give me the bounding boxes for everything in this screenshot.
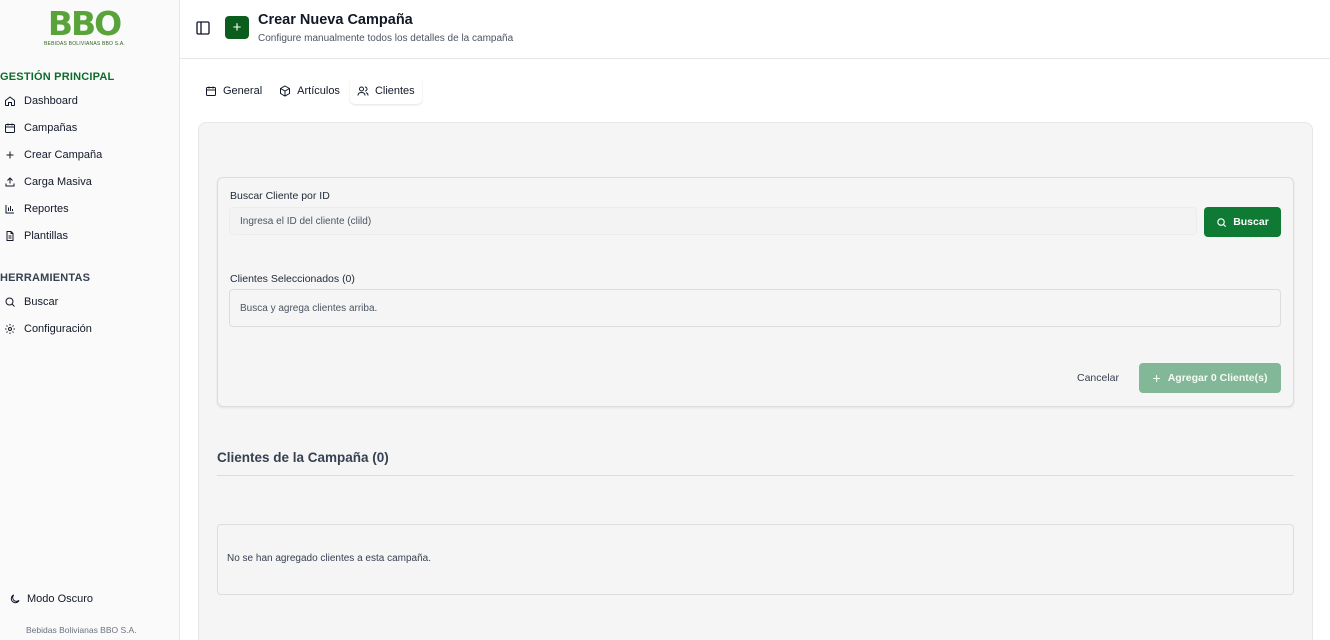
- tab-bar: General Artículos Clientes: [198, 78, 425, 104]
- add-clients-label: Agregar 0 Cliente(s): [1167, 372, 1268, 384]
- bar-chart-icon: [4, 203, 16, 215]
- sidebar-item-campanas[interactable]: Campañas: [0, 117, 179, 139]
- sidebar-item-dashboard[interactable]: Dashboard: [0, 90, 179, 112]
- panel-left-icon: [196, 21, 210, 35]
- tab-label: Artículos: [297, 85, 340, 97]
- file-text-icon: [4, 230, 16, 242]
- sidebar-item-label: Carga Masiva: [24, 176, 92, 188]
- sidebar-item-reportes[interactable]: Reportes: [0, 198, 179, 220]
- sidebar-item-label: Configuración: [24, 323, 92, 335]
- brand-logo[interactable]: BBO BEBIDAS BOLIVIANAS BBO S.A.: [44, 4, 125, 50]
- tab-clientes[interactable]: Clientes: [349, 78, 422, 104]
- calendar-icon: [206, 86, 216, 96]
- sidebar-item-label: Buscar: [24, 296, 59, 308]
- sidebar-item-configuracion[interactable]: Configuración: [0, 318, 179, 340]
- logo-subtitle: BEBIDAS BOLIVIANAS BBO S.A.: [44, 41, 125, 47]
- upload-icon: [4, 176, 16, 188]
- sidebar-item-buscar[interactable]: Buscar: [0, 291, 179, 313]
- sidebar-item-label: Plantillas: [24, 230, 69, 242]
- package-icon: [280, 85, 291, 97]
- sidebar-item-plantillas[interactable]: Plantillas: [0, 225, 179, 247]
- moon-icon: [9, 593, 21, 605]
- sidebar-item-carga-masiva[interactable]: Carga Masiva: [0, 171, 179, 193]
- selected-clients-label: Clientes Seleccionados (0): [230, 273, 355, 285]
- logo-mark: BBO: [47, 4, 122, 43]
- search-button-label: Buscar: [1233, 216, 1269, 228]
- add-clients-button[interactable]: + Agregar 0 Cliente(s): [1139, 363, 1281, 393]
- users-icon: [357, 86, 369, 96]
- plus-icon: +: [1152, 370, 1161, 386]
- sidebar: BBO BEBIDAS BOLIVIANAS BBO S.A. GESTIÓN …: [0, 0, 180, 640]
- sidebar-item-crear-campana[interactable]: Crear Campaña: [0, 144, 179, 166]
- plus-icon: [4, 149, 16, 161]
- client-id-input[interactable]: Ingresa el ID del cliente (clild): [229, 207, 1197, 235]
- tab-label: Clientes: [374, 85, 415, 97]
- sidebar-item-label: Campañas: [24, 122, 78, 134]
- sidebar-item-label: Dashboard: [24, 95, 78, 107]
- header-plus-badge: +: [225, 16, 249, 39]
- gear-icon: [4, 323, 16, 335]
- search-icon: [4, 296, 16, 308]
- sidebar-item-label: Reportes: [24, 203, 69, 215]
- sidebar-toggle-button[interactable]: [195, 20, 211, 36]
- dark-mode-label: Modo Oscuro: [27, 593, 94, 605]
- cancel-button[interactable]: Cancelar: [1068, 368, 1128, 388]
- sidebar-footer: Bebidas Bolivianas BBO S.A.: [26, 625, 137, 635]
- page-subtitle: Configure manualmente todos los detalles…: [258, 33, 514, 44]
- search-button[interactable]: Buscar: [1204, 207, 1281, 237]
- campaign-clients-title: Clientes de la Campaña (0): [217, 450, 389, 465]
- selected-clients-box: Busca y agrega clientes arriba.: [229, 289, 1281, 327]
- home-icon: [4, 95, 16, 107]
- calendar-icon: [4, 122, 16, 134]
- tab-articulos[interactable]: Artículos: [272, 78, 347, 104]
- tab-general[interactable]: General: [198, 78, 269, 104]
- page-header: + Crear Nueva Campaña Configure manualme…: [180, 0, 1330, 59]
- page-title: Crear Nueva Campaña: [258, 12, 413, 28]
- section-divider: [217, 475, 1294, 476]
- tab-label: General: [223, 85, 263, 97]
- search-label: Buscar Cliente por ID: [230, 190, 330, 202]
- sidebar-item-label: Crear Campaña: [24, 149, 103, 161]
- section-label-tools: HERRAMIENTAS: [0, 272, 91, 284]
- search-icon: [1217, 217, 1227, 227]
- section-label-main: GESTIÓN PRINCIPAL: [0, 71, 115, 83]
- campaign-clients-empty-text: No se han agregado clientes a esta campa…: [227, 553, 432, 564]
- dark-mode-toggle[interactable]: Modo Oscuro: [0, 588, 179, 610]
